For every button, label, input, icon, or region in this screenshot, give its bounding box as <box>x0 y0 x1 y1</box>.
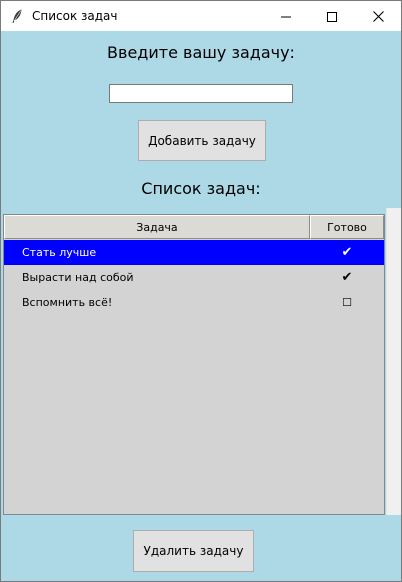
table-row[interactable]: Вырасти над собой ✔ <box>4 265 384 290</box>
done-cell: ☐ <box>342 296 352 309</box>
title-bar[interactable]: Список задач <box>1 1 401 31</box>
task-list-table: Задача Готово Стать лучше ✔ Вырасти над … <box>3 214 385 515</box>
maximize-button[interactable] <box>309 1 355 31</box>
add-task-button[interactable]: Добавить задачу <box>138 120 266 161</box>
task-prompt-label: Введите вашу задачу: <box>107 43 295 62</box>
task-cell: Стать лучше <box>22 246 97 259</box>
close-button[interactable] <box>355 1 401 31</box>
task-cell: Вырасти над собой <box>22 271 134 284</box>
vertical-scrollbar[interactable] <box>386 208 401 515</box>
task-list-heading: Список задач: <box>141 179 261 198</box>
window-title: Список задач <box>32 9 118 23</box>
column-header-task[interactable]: Задача <box>4 215 310 239</box>
done-cell: ✔ <box>341 245 353 260</box>
task-input[interactable] <box>109 84 293 103</box>
maximize-icon <box>327 7 337 26</box>
app-window: Список задач Введите вашу задачу: Добави… <box>0 0 402 582</box>
column-header-done[interactable]: Готово <box>310 215 384 239</box>
table-row[interactable]: Стать лучше ✔ <box>4 240 384 265</box>
close-icon <box>372 7 384 26</box>
minimize-button[interactable] <box>263 1 309 31</box>
feather-icon <box>9 8 25 24</box>
delete-task-button[interactable]: Удалить задачу <box>133 530 254 572</box>
table-header: Задача Готово <box>4 215 384 239</box>
task-cell: Вспомнить всё! <box>22 296 113 309</box>
table-row[interactable]: Вспомнить всё! ☐ <box>4 290 384 315</box>
done-cell: ✔ <box>341 270 353 285</box>
minimize-icon <box>281 7 291 26</box>
